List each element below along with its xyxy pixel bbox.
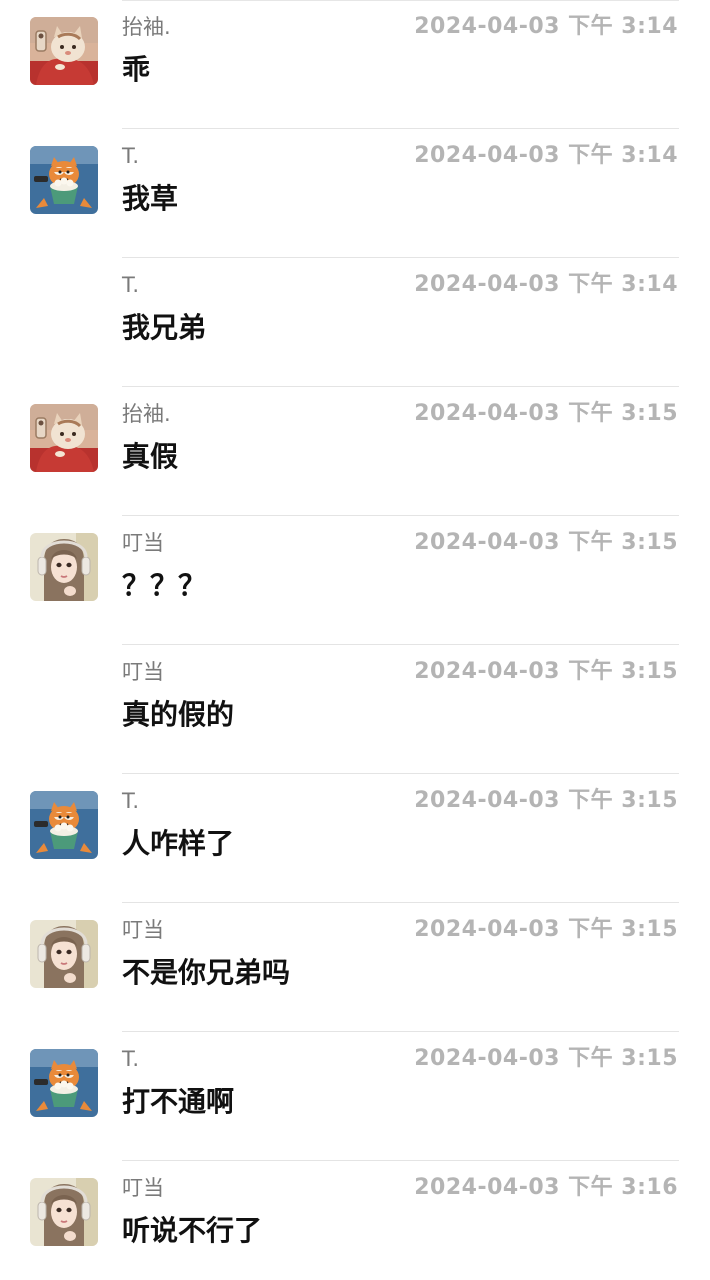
message-text: 真的假的 (122, 698, 235, 731)
message-item[interactable]: 叮当 2024-04-03 下午 3:15 真的假的 (0, 645, 710, 774)
sender-name: 叮当 (122, 1176, 164, 1200)
message-item[interactable]: 叮当 2024-04-03 下午 3:15 ？？？ (0, 516, 710, 645)
avatar[interactable] (30, 1178, 98, 1246)
message-text: 我兄弟 (122, 311, 207, 344)
message-timestamp: 2024-04-03 下午 3:14 (414, 14, 678, 39)
message-timestamp: 2024-04-03 下午 3:15 (414, 659, 678, 684)
message-item[interactable]: 叮当 2024-04-03 下午 3:15 不是你兄弟吗 (0, 903, 710, 1032)
message-item[interactable]: 抬袖. 2024-04-03 下午 3:14 乖 (0, 0, 710, 129)
avatar[interactable] (30, 1049, 98, 1117)
message-text: 真假 (122, 440, 179, 473)
message-item[interactable]: 抬袖. 2024-04-03 下午 3:15 真假 (0, 387, 710, 516)
message-timestamp: 2024-04-03 下午 3:15 (414, 401, 678, 426)
avatar[interactable] (30, 17, 98, 85)
message-timestamp: 2024-04-03 下午 3:16 (414, 1175, 678, 1200)
sender-name: 抬袖. (122, 15, 171, 39)
message-timestamp: 2024-04-03 下午 3:14 (414, 143, 678, 168)
message-timestamp: 2024-04-03 下午 3:15 (414, 788, 678, 813)
sender-name: 叮当 (122, 660, 164, 684)
sender-name: T. (122, 789, 140, 813)
message-text: 人咋样了 (122, 827, 235, 860)
message-item[interactable]: 叮当 2024-04-03 下午 3:16 听说不行了 (0, 1161, 710, 1280)
message-text: ？？？ (122, 569, 207, 602)
message-item[interactable]: T. 2024-04-03 下午 3:14 我草 (0, 129, 710, 258)
sender-name: T. (122, 144, 140, 168)
avatar[interactable] (30, 146, 98, 214)
message-text: 乖 (122, 53, 151, 86)
avatar[interactable] (30, 533, 98, 601)
message-item[interactable]: T. 2024-04-03 下午 3:15 人咋样了 (0, 774, 710, 903)
sender-name: 叮当 (122, 918, 164, 942)
message-item[interactable]: T. 2024-04-03 下午 3:14 我兄弟 (0, 258, 710, 387)
sender-name: T. (122, 1047, 140, 1071)
sender-name: 叮当 (122, 531, 164, 555)
message-text: 打不通啊 (122, 1085, 235, 1118)
avatar[interactable] (30, 404, 98, 472)
avatar[interactable] (30, 791, 98, 859)
message-timestamp: 2024-04-03 下午 3:14 (414, 272, 678, 297)
message-text: 我草 (122, 182, 179, 215)
message-text: 不是你兄弟吗 (122, 956, 291, 989)
message-text: 听说不行了 (122, 1214, 263, 1247)
avatar[interactable] (30, 920, 98, 988)
sender-name: T. (122, 273, 140, 297)
message-item[interactable]: T. 2024-04-03 下午 3:15 打不通啊 (0, 1032, 710, 1161)
sender-name: 抬袖. (122, 402, 171, 426)
chat-message-list: 抬袖. 2024-04-03 下午 3:14 乖 T. 2024-04-03 下午 3:… (0, 0, 710, 1280)
message-timestamp: 2024-04-03 下午 3:15 (414, 1046, 678, 1071)
message-timestamp: 2024-04-03 下午 3:15 (414, 530, 678, 555)
message-timestamp: 2024-04-03 下午 3:15 (414, 917, 678, 942)
